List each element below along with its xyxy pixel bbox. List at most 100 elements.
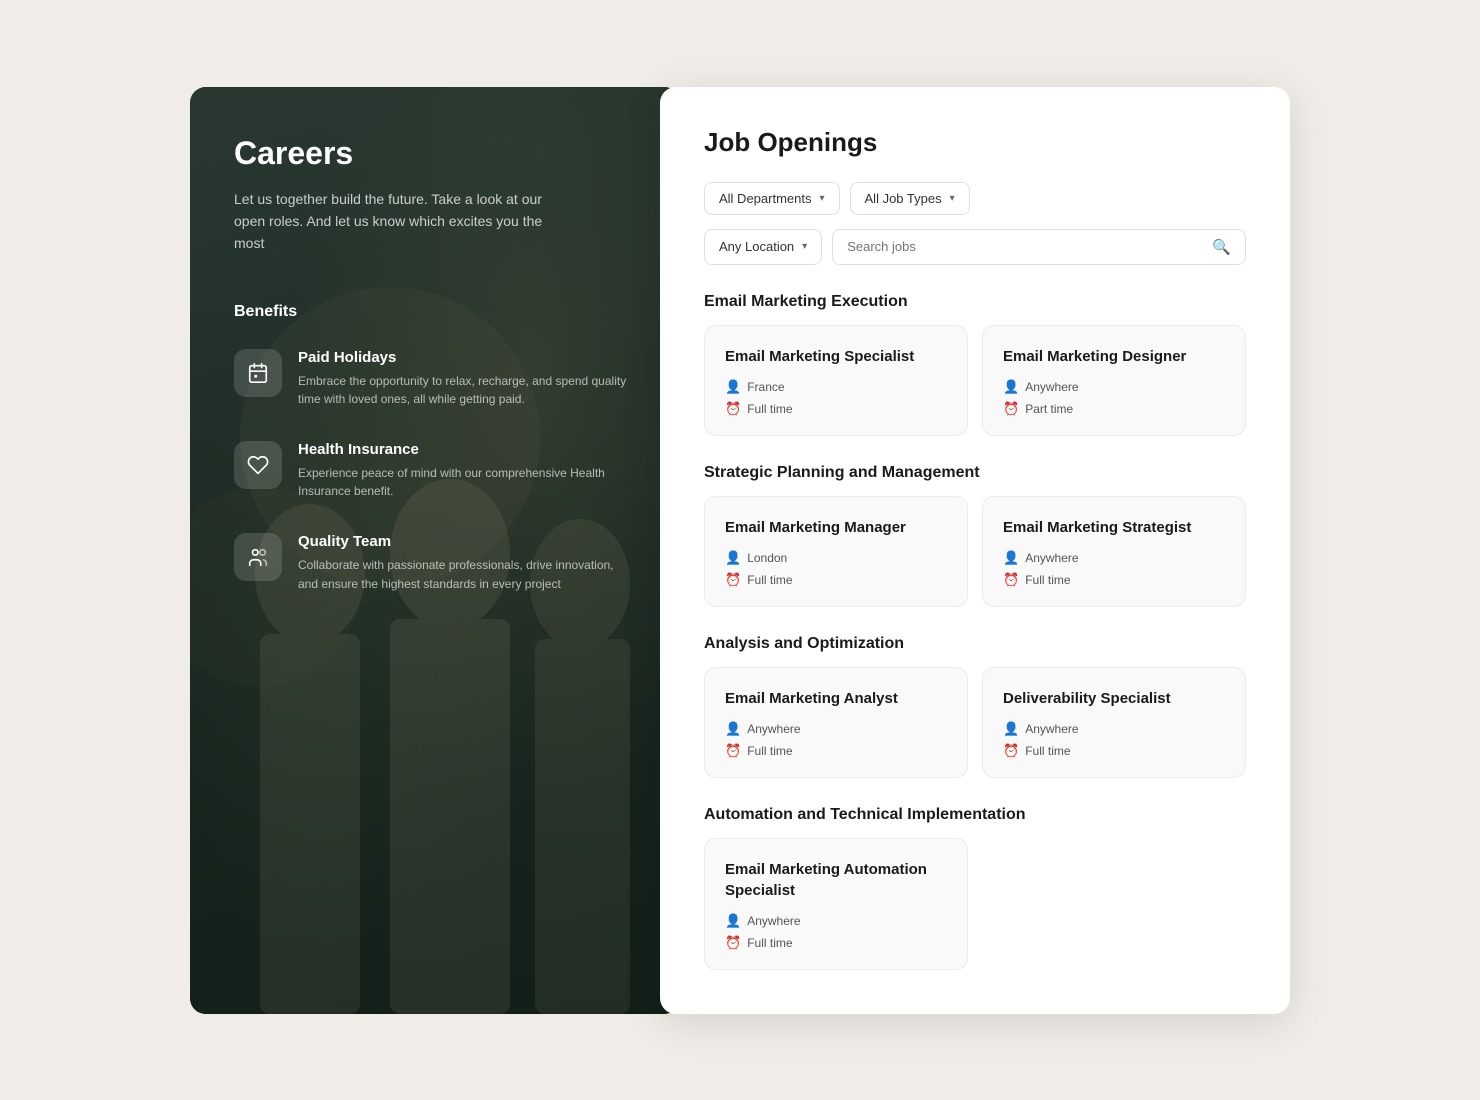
job-deliverability-meta: 👤 Anywhere ⏰ Full time bbox=[1003, 721, 1225, 759]
category-execution-label: Email Marketing Execution bbox=[704, 293, 1246, 311]
paid-holidays-description: Embrace the opportunity to relax, rechar… bbox=[298, 372, 636, 409]
benefit-health-insurance: Health Insurance Experience peace of min… bbox=[234, 441, 636, 501]
job-card-automation-specialist[interactable]: Email Marketing Automation Specialist 👤 … bbox=[704, 838, 968, 970]
location-chevron-icon: ▾ bbox=[802, 241, 807, 252]
benefits-heading: Benefits bbox=[234, 303, 636, 321]
search-input[interactable] bbox=[847, 239, 1204, 254]
job-automation-location: 👤 Anywhere bbox=[725, 913, 947, 929]
job-deliverability-type: ⏰ Full time bbox=[1003, 743, 1225, 759]
location-icon: 👤 bbox=[725, 721, 741, 737]
clock-icon: ⏰ bbox=[1003, 572, 1019, 588]
location-icon: 👤 bbox=[1003, 550, 1019, 566]
clock-icon: ⏰ bbox=[725, 572, 741, 588]
job-type-chevron-icon: ▾ bbox=[950, 193, 955, 204]
job-designer-meta: 👤 Anywhere ⏰ Part time bbox=[1003, 379, 1225, 417]
analysis-jobs-grid: Email Marketing Analyst 👤 Anywhere ⏰ Ful… bbox=[704, 667, 1246, 778]
job-analyst-title: Email Marketing Analyst bbox=[725, 688, 947, 709]
clock-icon: ⏰ bbox=[1003, 401, 1019, 417]
clock-icon: ⏰ bbox=[1003, 743, 1019, 759]
job-specialist-meta: 👤 France ⏰ Full time bbox=[725, 379, 947, 417]
quality-team-text: Quality Team Collaborate with passionate… bbox=[298, 533, 636, 593]
job-card-analyst[interactable]: Email Marketing Analyst 👤 Anywhere ⏰ Ful… bbox=[704, 667, 968, 778]
job-manager-type: ⏰ Full time bbox=[725, 572, 947, 588]
department-filter[interactable]: All Departments ▾ bbox=[704, 182, 840, 215]
category-strategic: Strategic Planning and Management Email … bbox=[704, 464, 1246, 607]
category-automation-label: Automation and Technical Implementation bbox=[704, 806, 1246, 824]
location-icon: 👤 bbox=[1003, 721, 1019, 737]
category-analysis: Analysis and Optimization Email Marketin… bbox=[704, 635, 1246, 778]
clock-icon: ⏰ bbox=[725, 743, 741, 759]
department-chevron-icon: ▾ bbox=[819, 193, 824, 204]
paid-holidays-icon-box bbox=[234, 349, 282, 397]
team-icon bbox=[247, 546, 269, 568]
right-panel: Job Openings All Departments ▾ All Job T… bbox=[660, 87, 1290, 1014]
job-strategist-location: 👤 Anywhere bbox=[1003, 550, 1225, 566]
health-insurance-title: Health Insurance bbox=[298, 441, 636, 458]
job-deliverability-location: 👤 Anywhere bbox=[1003, 721, 1225, 737]
job-card-specialist[interactable]: Email Marketing Specialist 👤 France ⏰ Fu… bbox=[704, 325, 968, 436]
filters-row-1: All Departments ▾ All Job Types ▾ bbox=[704, 182, 1246, 215]
category-automation: Automation and Technical Implementation … bbox=[704, 806, 1246, 970]
execution-jobs-grid: Email Marketing Specialist 👤 France ⏰ Fu… bbox=[704, 325, 1246, 436]
job-strategist-meta: 👤 Anywhere ⏰ Full time bbox=[1003, 550, 1225, 588]
clock-icon: ⏰ bbox=[725, 401, 741, 417]
department-filter-label: All Departments bbox=[719, 191, 811, 206]
quality-team-icon-box bbox=[234, 533, 282, 581]
benefits-list: Paid Holidays Embrace the opportunity to… bbox=[234, 349, 636, 594]
job-specialist-title: Email Marketing Specialist bbox=[725, 346, 947, 367]
location-icon: 👤 bbox=[725, 379, 741, 395]
job-specialist-type: ⏰ Full time bbox=[725, 401, 947, 417]
location-icon: 👤 bbox=[1003, 379, 1019, 395]
category-execution: Email Marketing Execution Email Marketin… bbox=[704, 293, 1246, 436]
left-panel: Careers Let us together build the future… bbox=[190, 87, 680, 1014]
job-card-strategist[interactable]: Email Marketing Strategist 👤 Anywhere ⏰ … bbox=[982, 496, 1246, 607]
job-analyst-meta: 👤 Anywhere ⏰ Full time bbox=[725, 721, 947, 759]
job-analyst-type: ⏰ Full time bbox=[725, 743, 947, 759]
location-filter[interactable]: Any Location ▾ bbox=[704, 229, 822, 265]
health-insurance-icon-box bbox=[234, 441, 282, 489]
job-automation-type: ⏰ Full time bbox=[725, 935, 947, 951]
job-designer-location: 👤 Anywhere bbox=[1003, 379, 1225, 395]
left-content: Careers Let us together build the future… bbox=[234, 135, 636, 594]
calendar-icon bbox=[247, 362, 269, 384]
location-icon: 👤 bbox=[725, 550, 741, 566]
job-card-manager[interactable]: Email Marketing Manager 👤 London ⏰ Full … bbox=[704, 496, 968, 607]
job-specialist-location: 👤 France bbox=[725, 379, 947, 395]
category-analysis-label: Analysis and Optimization bbox=[704, 635, 1246, 653]
quality-team-description: Collaborate with passionate professional… bbox=[298, 556, 636, 593]
job-designer-type: ⏰ Part time bbox=[1003, 401, 1225, 417]
job-automation-title: Email Marketing Automation Specialist bbox=[725, 859, 947, 901]
location-filter-label: Any Location bbox=[719, 239, 794, 254]
automation-jobs-grid: Email Marketing Automation Specialist 👤 … bbox=[704, 838, 1246, 970]
job-strategist-type: ⏰ Full time bbox=[1003, 572, 1225, 588]
job-card-designer[interactable]: Email Marketing Designer 👤 Anywhere ⏰ Pa… bbox=[982, 325, 1246, 436]
filters-row-2: Any Location ▾ 🔍 bbox=[704, 229, 1246, 265]
benefit-paid-holidays: Paid Holidays Embrace the opportunity to… bbox=[234, 349, 636, 409]
job-automation-meta: 👤 Anywhere ⏰ Full time bbox=[725, 913, 947, 951]
clock-icon: ⏰ bbox=[725, 935, 741, 951]
job-openings-title: Job Openings bbox=[704, 127, 1246, 158]
benefit-quality-team: Quality Team Collaborate with passionate… bbox=[234, 533, 636, 593]
health-insurance-text: Health Insurance Experience peace of min… bbox=[298, 441, 636, 501]
careers-title: Careers bbox=[234, 135, 636, 172]
paid-holidays-title: Paid Holidays bbox=[298, 349, 636, 366]
job-card-deliverability[interactable]: Deliverability Specialist 👤 Anywhere ⏰ F… bbox=[982, 667, 1246, 778]
location-icon: 👤 bbox=[725, 913, 741, 929]
job-type-filter-label: All Job Types bbox=[865, 191, 942, 206]
paid-holidays-text: Paid Holidays Embrace the opportunity to… bbox=[298, 349, 636, 409]
category-strategic-label: Strategic Planning and Management bbox=[704, 464, 1246, 482]
health-insurance-description: Experience peace of mind with our compre… bbox=[298, 464, 636, 501]
search-container[interactable]: 🔍 bbox=[832, 229, 1246, 265]
job-type-filter[interactable]: All Job Types ▾ bbox=[850, 182, 970, 215]
job-manager-title: Email Marketing Manager bbox=[725, 517, 947, 538]
job-strategist-title: Email Marketing Strategist bbox=[1003, 517, 1225, 538]
quality-team-title: Quality Team bbox=[298, 533, 636, 550]
job-analyst-location: 👤 Anywhere bbox=[725, 721, 947, 737]
job-manager-location: 👤 London bbox=[725, 550, 947, 566]
strategic-jobs-grid: Email Marketing Manager 👤 London ⏰ Full … bbox=[704, 496, 1246, 607]
page-wrapper: Careers Let us together build the future… bbox=[190, 87, 1290, 1014]
careers-subtitle: Let us together build the future. Take a… bbox=[234, 188, 554, 255]
job-manager-meta: 👤 London ⏰ Full time bbox=[725, 550, 947, 588]
job-deliverability-title: Deliverability Specialist bbox=[1003, 688, 1225, 709]
heart-icon bbox=[247, 454, 269, 476]
